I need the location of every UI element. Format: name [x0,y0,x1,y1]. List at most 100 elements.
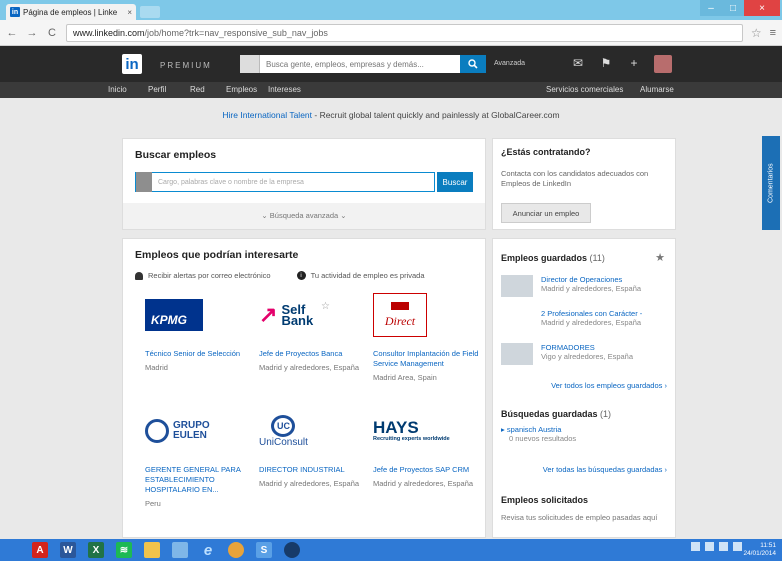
applied-jobs-text: Revisa tus solicitudes de empleo pasadas… [501,513,658,522]
browser-titlebar: in Página de empleos | Linke × – □ × [0,0,782,20]
advanced-search-link[interactable]: Avanzada [494,60,525,67]
banner-highlight[interactable]: Hire International Talent [222,110,312,120]
messages-icon[interactable]: ✉ [570,55,586,71]
linkedin-logo[interactable]: in [122,54,142,74]
folder-icon[interactable] [144,542,160,558]
app-icon[interactable] [284,542,300,558]
company-logo-placeholder [501,343,533,365]
saved-jobs-title-text: Empleos guardados [501,253,588,263]
skype-icon[interactable]: S [256,542,272,558]
clock-time: 11:51 [760,542,776,549]
job-title[interactable]: Jefe de Proyectos Banca [259,349,369,359]
job-location: Madrid y alrededores, España [373,479,474,488]
url-path: /job/home?trk=nav_responsive_sub_nav_job… [144,27,328,38]
job-card-kpmg[interactable]: KPMG Técnico Senior de Selección Madrid [145,295,255,373]
saved-jobs-count: (11) [589,253,605,263]
search-jobs-title: Buscar empleos [135,149,217,161]
chrome-icon[interactable] [228,542,244,558]
maximize-button[interactable]: □ [722,0,744,16]
saved-search-name[interactable]: ▸ spanisch Austria [501,425,576,434]
saved-search-results: 0 nuevos resultados [509,434,577,443]
reload-icon[interactable]: C [46,27,58,39]
linkedin-subnav: Inicio Perfil Red Empleos Intereses Serv… [0,82,782,98]
feedback-side-tab[interactable]: Comentarios [762,136,780,230]
address-bar-row: ← → C www.linkedin.com /job/home?trk=nav… [0,20,782,46]
linkedin-header: in PREMIUM Avanzada ✉ ⚑ + [0,46,782,82]
avatar[interactable] [654,55,672,73]
chrome-menu-icon[interactable]: ≡ [770,27,776,39]
nav-item-perfil[interactable]: Perfil [148,85,166,94]
internet-explorer-icon[interactable]: e [200,542,216,559]
chevron-down-icon: ⌄ [261,211,270,220]
add-connections-icon[interactable]: + [626,55,642,71]
uniconsult-logo-circle: UC [271,414,296,437]
ad-banner[interactable]: Hire International Talent - Recruit glob… [0,100,782,130]
saved-job-title[interactable]: Director de Operaciones [541,275,641,284]
save-job-star-icon[interactable]: ☆ [321,301,330,312]
notifications-flag-icon[interactable]: ⚑ [598,55,614,71]
nav-item-intereses[interactable]: Intereses [268,85,301,94]
hays-logo-name: HAYS [373,418,419,437]
tab-close-icon[interactable]: × [127,8,132,17]
nav-item-empleos[interactable]: Empleos [226,85,257,94]
job-title[interactable]: Técnico Senior de Selección [145,349,255,359]
saved-job-title[interactable]: 2 Profesionales con Carácter - [541,309,642,318]
close-window-button[interactable]: × [744,0,780,16]
nav-item-red[interactable]: Red [190,85,205,94]
info-icon: i [296,271,306,280]
nav-item-alumarse[interactable]: Alumarse [640,85,674,94]
spotify-icon[interactable]: ≋ [116,542,132,558]
global-search-input[interactable] [260,59,440,69]
browser-tab[interactable]: in Página de empleos | Linke × [6,4,136,20]
email-alerts-link[interactable]: Recibir alertas por correo electrónico [135,271,271,280]
job-title[interactable]: GERENTE GENERAL PARA ESTABLECIMIENTO HOS… [145,465,255,495]
job-card-hays[interactable]: HAYS Recruiting experts worldwide Jefe de… [373,411,483,489]
saved-job-location: Madrid y alrededores, España [541,318,642,327]
job-card-eulen[interactable]: GRUPO EULEN GERENTE GENERAL PARA ESTABLEC… [145,411,255,509]
job-card-direct[interactable]: Direct Consultor Implantación de Field S… [373,293,483,383]
clock[interactable]: 11:51 24/01/2014 [743,542,776,558]
acrobat-icon[interactable]: A [32,542,48,558]
job-search-button[interactable]: Buscar [437,172,473,192]
job-card-selfbank[interactable]: ↗ Self Bank Jefe de Proyectos Banca Madri… [259,295,369,373]
battery-icon[interactable] [733,542,742,551]
uniconsult-logo-name: UniConsult [259,436,308,448]
keyboard-icon[interactable] [691,542,700,551]
search-type-select[interactable] [240,55,260,73]
url-input[interactable]: www.linkedin.com /job/home?trk=nav_respo… [66,23,743,42]
search-button[interactable] [460,55,486,73]
job-card-uniconsult[interactable]: UC UniConsult DIRECTOR INDUSTRIAL Madrid … [259,411,369,489]
url-domain: www.linkedin.com [73,27,145,38]
word-icon[interactable]: W [60,542,76,558]
briefcase-icon [136,172,152,192]
saved-job-item[interactable]: 2 Profesionales con Carácter - Madrid y a… [501,309,671,331]
forward-icon[interactable]: → [26,27,38,39]
job-search-input[interactable]: Cargo, palabras clave o nombre de la emp… [135,172,435,192]
uniconsult-logo: UC UniConsult [259,414,308,448]
saved-job-item[interactable]: Director de Operaciones Madrid y alrededo… [501,275,671,297]
store-icon[interactable] [172,542,188,558]
job-title[interactable]: DIRECTOR INDUSTRIAL [259,465,369,475]
advanced-job-search-link[interactable]: ⌄ Búsqueda avanzada ⌄ [123,203,485,229]
minimize-button[interactable]: – [700,0,722,16]
nav-item-servicios[interactable]: Servicios comerciales [546,85,623,94]
see-all-saved-searches-link[interactable]: Ver todas las búsquedas guardadas › [543,465,667,474]
post-job-button[interactable]: Anunciar un empleo [501,203,591,223]
saved-search-item[interactable]: ▸ spanisch Austria 0 nuevos resultados [501,425,576,443]
network-icon[interactable] [705,542,714,551]
volume-icon[interactable] [719,542,728,551]
star-icon: ★ [655,252,665,264]
back-icon[interactable]: ← [6,27,18,39]
saved-job-item[interactable]: FORMADORES Vigo y alrededores, España [501,343,671,365]
job-title[interactable]: Jefe de Proyectos SAP CRM [373,465,483,475]
nav-item-inicio[interactable]: Inicio [108,85,127,94]
bookmark-star-icon[interactable]: ☆ [751,26,762,40]
saved-job-title[interactable]: FORMADORES [541,343,633,352]
bell-icon [135,271,143,280]
company-logo-placeholder [501,309,533,331]
see-all-saved-jobs-link[interactable]: Ver todos los empleos guardados › [551,381,667,390]
new-tab-button[interactable] [140,6,160,18]
company-logo-placeholder [501,275,533,297]
excel-icon[interactable]: X [88,542,104,558]
job-title[interactable]: Consultor Implantación de Field Service … [373,349,483,369]
